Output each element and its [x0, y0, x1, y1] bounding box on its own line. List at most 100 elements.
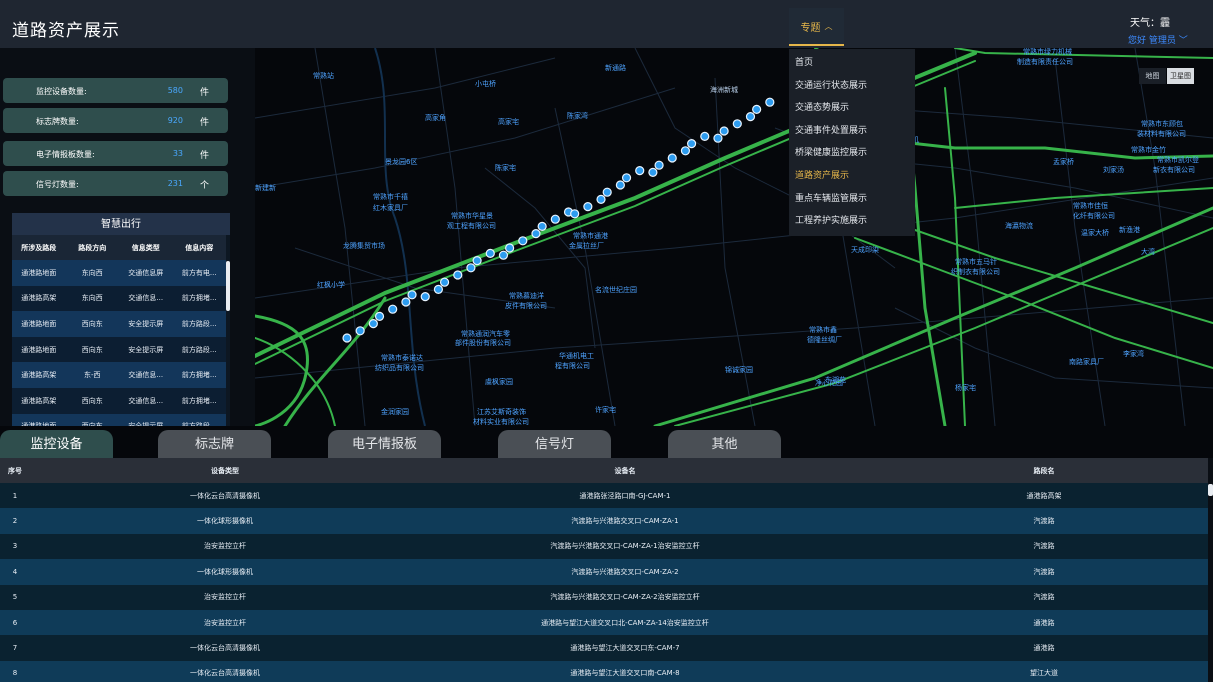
stat-value: 231	[167, 179, 183, 188]
table-row[interactable]: 3 治安监控立杆 汽渡路与兴港路交叉口-CAM-ZA-1治安监控立杆 汽渡路	[0, 533, 1208, 560]
table-cell: 汽渡路与兴港路交叉口-CAM-ZA-1	[571, 517, 679, 526]
menu-item[interactable]: 交通态势展示	[789, 97, 915, 120]
map-toggle-satellite[interactable]: 卫星图	[1167, 68, 1194, 84]
map-poi-label: 江苏艾斯奇装饰	[477, 408, 526, 416]
table-row[interactable]: 2 一体化球形摄像机 汽渡路与兴港路交叉口-CAM-ZA-1 汽渡路	[0, 508, 1208, 534]
camera-marker-icon[interactable]	[713, 133, 723, 143]
camera-marker-icon[interactable]	[570, 209, 580, 219]
camera-marker-icon[interactable]	[342, 333, 352, 343]
camera-marker-icon[interactable]	[680, 146, 691, 156]
map-poi-label: 刘家汤	[1103, 166, 1124, 174]
camera-marker-icon[interactable]	[531, 229, 541, 239]
table-row[interactable]: 4 一体化球形摄像机 汽渡路与兴港路交叉口-CAM-ZA-2 汽渡路	[0, 559, 1208, 585]
list-item[interactable]: 通港路地面西向东安全提示屏前方路段...	[12, 413, 226, 426]
camera-marker-icon[interactable]	[687, 138, 697, 149]
list-item[interactable]: 通港路高架 东-西 交通信息... 前方拥堵...	[12, 362, 226, 388]
map-poi-label: 红枫小学	[317, 281, 345, 289]
camera-marker-icon[interactable]	[401, 297, 411, 307]
table-cell: 前方拥堵...	[172, 362, 226, 388]
camera-marker-icon[interactable]	[368, 319, 378, 329]
menu-item[interactable]: 首页	[789, 52, 915, 75]
map-poi-label: 皮件有限公司	[505, 302, 547, 310]
list-item[interactable]: 通港路地面西向东安全提示屏前方路段...	[12, 336, 226, 363]
camera-marker-icon[interactable]	[407, 290, 417, 300]
camera-marker-icon[interactable]	[732, 119, 742, 129]
tab-1[interactable]: 标志牌	[158, 430, 271, 458]
camera-marker-icon[interactable]	[453, 270, 463, 280]
menu-item[interactable]: 重点车辆监管展示	[789, 188, 915, 211]
smart-travel-scrollbar[interactable]	[226, 261, 230, 311]
map-poi-label: 龙腾集贸市场	[343, 242, 385, 250]
list-item[interactable]: 通港路地面 东向西 交通信息屏 前方有电...	[12, 260, 226, 286]
stat-card: 标志牌数量: 920 件	[3, 108, 228, 133]
table-cell: 安全提示屏	[119, 311, 173, 337]
column-header: 路段方向	[65, 235, 119, 260]
list-item[interactable]: 通港路地面西向东安全提示屏前方路段...	[12, 311, 226, 337]
table-cell: 汽渡路与兴港路交叉口-CAM-ZA-1治安监控立杆	[550, 542, 700, 551]
column-header: 信息内容	[172, 235, 226, 260]
table-row[interactable]: 6 治安监控立杆 通港路与望江大道交叉口北-CAM-ZA-14治安监控立杆 通港路	[0, 609, 1208, 636]
table-cell: 一体化球形摄像机	[197, 517, 253, 526]
camera-marker-icon[interactable]	[505, 243, 515, 253]
table-cell: 东-西	[65, 362, 119, 388]
camera-marker-icon[interactable]	[466, 263, 476, 273]
table-row[interactable]: 1 一体化云台高清摄像机 通港路张泾路口南-GJ-CAM-1 通港路高架	[0, 483, 1208, 509]
tab-3[interactable]: 信号灯	[498, 430, 611, 458]
camera-marker-icon[interactable]	[374, 311, 385, 321]
menu-item[interactable]: 交通运行状态展示	[789, 75, 915, 98]
road-asset-map[interactable]: 常熟站 小屯桥 高家角 高家宅 陈家湾 海洲新城 常熟市绿力机械 制造有限责任公司 常熟市东顾包…	[255, 48, 1213, 426]
camera-marker-icon[interactable]	[635, 165, 645, 176]
camera-marker-icon[interactable]	[388, 304, 398, 314]
camera-marker-icon[interactable]	[596, 194, 606, 204]
table-cell: 一体化云台高清摄像机	[190, 644, 260, 653]
map-poi-label: 小屯桥	[475, 80, 496, 88]
table-cell: 一体化球形摄像机	[197, 567, 253, 576]
tab-4[interactable]: 其他	[668, 430, 781, 458]
camera-marker-icon[interactable]	[765, 97, 775, 107]
camera-marker-icon[interactable]	[439, 277, 450, 287]
map-poi-label: 德隆丝绸厂	[807, 336, 842, 344]
camera-marker-icon[interactable]	[518, 236, 528, 246]
camera-marker-icon[interactable]	[498, 250, 509, 260]
table-row[interactable]: 7 一体化云台高清摄像机 通港路与望江大道交叉口东-CAM-7 通港路	[0, 635, 1208, 661]
map-poi-label: 高家角	[425, 114, 446, 122]
smart-travel-title: 智慧出行	[12, 213, 230, 235]
camera-marker-icon[interactable]	[719, 126, 729, 136]
camera-marker-icon[interactable]	[485, 248, 495, 258]
table-cell: 5	[12, 593, 18, 602]
table-cell: 通港路高架	[12, 285, 66, 312]
table-row[interactable]: 5 治安监控立杆 汽渡路与兴港路交叉口-CAM-ZA-2治安监控立杆 汽渡路	[0, 584, 1208, 610]
camera-marker-icon[interactable]	[537, 221, 547, 231]
table-cell: 通港路地面	[12, 260, 66, 286]
camera-marker-icon[interactable]	[583, 202, 593, 212]
camera-marker-icon[interactable]	[648, 167, 658, 178]
topic-menu-button[interactable]: 专题 ︿	[789, 8, 844, 46]
camera-marker-icon[interactable]	[602, 187, 612, 197]
camera-marker-icon[interactable]	[420, 292, 430, 302]
camera-marker-icon[interactable]	[667, 153, 677, 163]
camera-marker-icon[interactable]	[745, 111, 756, 122]
map-toggle-standard[interactable]: 地图	[1139, 68, 1166, 84]
camera-marker-icon[interactable]	[615, 180, 625, 190]
menu-item[interactable]: 道路资产展示	[789, 165, 915, 188]
user-menu[interactable]: 您好 管理员 ﹀	[1128, 33, 1188, 46]
table-cell: 交通信息屏	[119, 260, 173, 286]
menu-item[interactable]: 工程养护实施展示	[789, 210, 915, 233]
camera-marker-icon[interactable]	[700, 131, 710, 142]
tab-2[interactable]: 电子情报板	[328, 430, 441, 458]
list-item[interactable]: 通港路高架 西向东 交通信息... 前方拥堵...	[12, 387, 226, 414]
camera-marker-icon[interactable]	[472, 256, 482, 266]
table-cell: 通港路地面	[12, 413, 66, 426]
menu-item[interactable]: 桥梁健康监控展示	[789, 142, 915, 165]
table-row[interactable]: 8 一体化云台高清摄像机 通港路与望江大道交叉口南-CAM-8 望江大道	[0, 660, 1208, 682]
list-item[interactable]: 通港路高架 东向西 交通信息... 前方拥堵...	[12, 285, 226, 312]
camera-marker-icon[interactable]	[550, 214, 560, 224]
camera-marker-icon[interactable]	[433, 284, 443, 294]
menu-item[interactable]: 交通事件处置展示	[789, 120, 915, 143]
camera-marker-icon[interactable]	[654, 160, 664, 170]
camera-marker-icon[interactable]	[752, 104, 762, 115]
device-table-scrollbar[interactable]	[1208, 484, 1213, 496]
tab-0[interactable]: 监控设备	[0, 430, 113, 458]
camera-marker-icon[interactable]	[355, 326, 365, 336]
camera-marker-icon[interactable]	[621, 173, 632, 183]
